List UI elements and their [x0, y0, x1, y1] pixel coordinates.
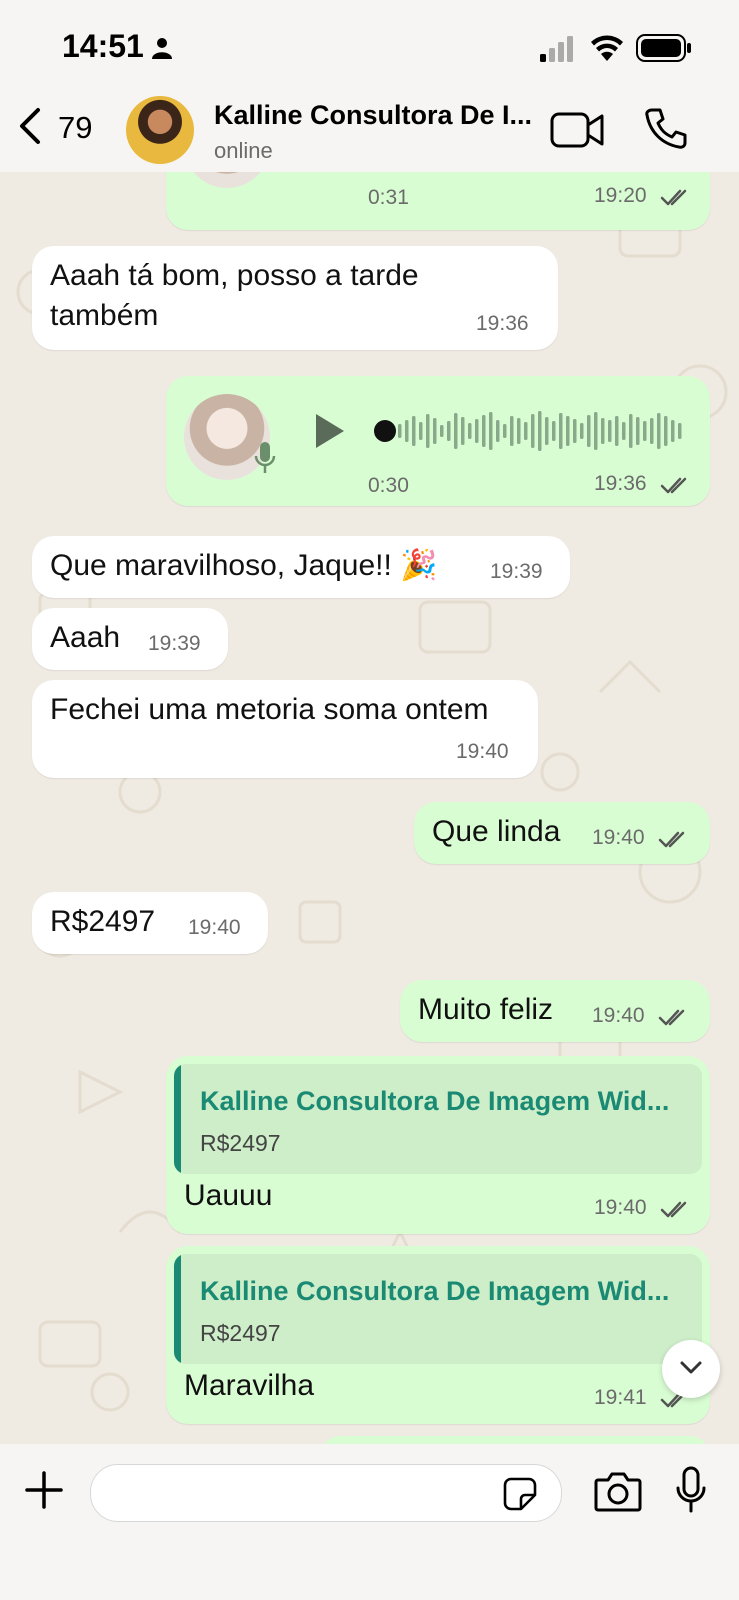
status-time: 14:51 [62, 28, 144, 64]
message-bubble-outgoing-reply[interactable]: Kalline Consultora De Imagem Wid... R$24… [166, 1246, 710, 1424]
double-check-icon [660, 189, 687, 206]
message-time: 19:40 [188, 916, 241, 939]
audio-sender-avatar [184, 172, 270, 188]
audio-duration: 0:31 [368, 186, 409, 209]
quoted-message[interactable]: Kalline Consultora De Imagem Wid... R$24… [174, 1254, 702, 1364]
back-button[interactable]: 79 [14, 102, 104, 152]
message-time: 19:40 [592, 826, 645, 849]
message-text: Maravilha [184, 1369, 315, 1402]
quote-accent-bar [174, 1254, 181, 1364]
play-icon[interactable] [314, 412, 346, 450]
message-bubble-outgoing-audio[interactable]: 0:30 19:36 [166, 376, 710, 506]
mic-icon [254, 442, 276, 473]
audio-waveform[interactable] [392, 406, 682, 456]
message-bubble-outgoing-reply[interactable]: Kalline Consultora De Imagem Wid... R$24… [166, 1056, 710, 1234]
message-text: Muito feliz [418, 993, 554, 1026]
message-time: 19:39 [148, 632, 201, 655]
signal-icon [540, 36, 573, 62]
message-time: 19:20 [594, 184, 647, 207]
quoted-text: R$2497 [200, 1130, 281, 1156]
message-bubble-outgoing-audio[interactable]: 0:31 19:20 [166, 172, 710, 230]
quote-accent-bar [174, 1064, 181, 1174]
sticker-icon[interactable] [503, 1477, 537, 1511]
double-check-icon [658, 831, 685, 848]
quoted-sender-name: Kalline Consultora De Imagem Wid... [200, 1276, 670, 1306]
status-bar: 14:51 [0, 0, 739, 92]
message-bubble-incoming[interactable]: R$2497 19:40 [32, 892, 268, 954]
mic-icon[interactable] [674, 1466, 708, 1514]
message-bubble-outgoing[interactable] [320, 1436, 710, 1444]
double-check-icon [660, 477, 687, 494]
avatar[interactable] [126, 96, 194, 164]
message-bubble-outgoing[interactable]: Muito feliz 19:40 [400, 980, 710, 1042]
message-bubble-incoming[interactable]: Aaah tá bom, posso a tarde também 19:36 [32, 246, 558, 350]
contact-info[interactable]: Kalline Consultora De I... online [214, 98, 534, 164]
message-time: 19:41 [594, 1386, 647, 1409]
message-input[interactable] [90, 1464, 562, 1522]
camera-icon[interactable] [594, 1470, 642, 1512]
message-text: Fechei uma metoria soma ontem [50, 693, 489, 726]
chat-header: 79 Kalline Consultora De I... online [0, 92, 739, 172]
message-text: Uauuu [184, 1179, 273, 1212]
message-bubble-incoming[interactable]: Aaah 19:39 [32, 608, 228, 670]
message-text: Aaah [50, 621, 121, 654]
message-time: 19:36 [594, 472, 647, 495]
battery-icon [636, 34, 691, 62]
message-time: 19:40 [456, 740, 509, 763]
person-icon [152, 38, 172, 59]
quoted-text: R$2497 [200, 1320, 281, 1346]
message-text: também [50, 299, 159, 332]
back-chevron-icon [20, 108, 40, 144]
phone-icon[interactable] [644, 106, 688, 150]
message-time: 19:40 [594, 1196, 647, 1219]
message-text: Aaah tá bom, posso a tarde [50, 259, 419, 292]
message-time: 19:36 [476, 312, 529, 335]
scroll-down-icon [680, 1361, 702, 1374]
wifi-icon [591, 35, 623, 61]
double-check-icon [658, 1009, 685, 1026]
contact-status: online [214, 138, 273, 163]
message-text: R$2497 [50, 905, 156, 938]
composer-bar [0, 1444, 739, 1600]
message-bubble-incoming[interactable]: Fechei uma metoria soma ontem 19:40 [32, 680, 538, 778]
quoted-sender-name: Kalline Consultora De Imagem Wid... [200, 1086, 670, 1116]
plus-icon[interactable] [24, 1470, 64, 1510]
quoted-message[interactable]: Kalline Consultora De Imagem Wid... R$24… [174, 1064, 702, 1174]
audio-duration: 0:30 [368, 474, 409, 497]
message-time: 19:40 [592, 1004, 645, 1027]
message-text: Que maravilhoso, Jaque!! 🎉 [50, 549, 438, 582]
double-check-icon [660, 1201, 687, 1218]
message-text: Que linda [432, 815, 561, 848]
unread-count: 79 [58, 110, 93, 145]
message-bubble-outgoing[interactable]: Que linda 19:40 [414, 802, 710, 864]
chat-area[interactable]: 0:31 19:20 Aaah tá bom, posso a tarde ta… [0, 172, 739, 1444]
message-time: 19:39 [490, 560, 543, 583]
message-bubble-incoming[interactable]: Que maravilhoso, Jaque!! 🎉 19:39 [32, 536, 570, 598]
contact-name: Kalline Consultora De I... [214, 100, 533, 130]
video-call-icon[interactable] [550, 110, 606, 150]
scroll-down-button[interactable] [662, 1340, 720, 1398]
